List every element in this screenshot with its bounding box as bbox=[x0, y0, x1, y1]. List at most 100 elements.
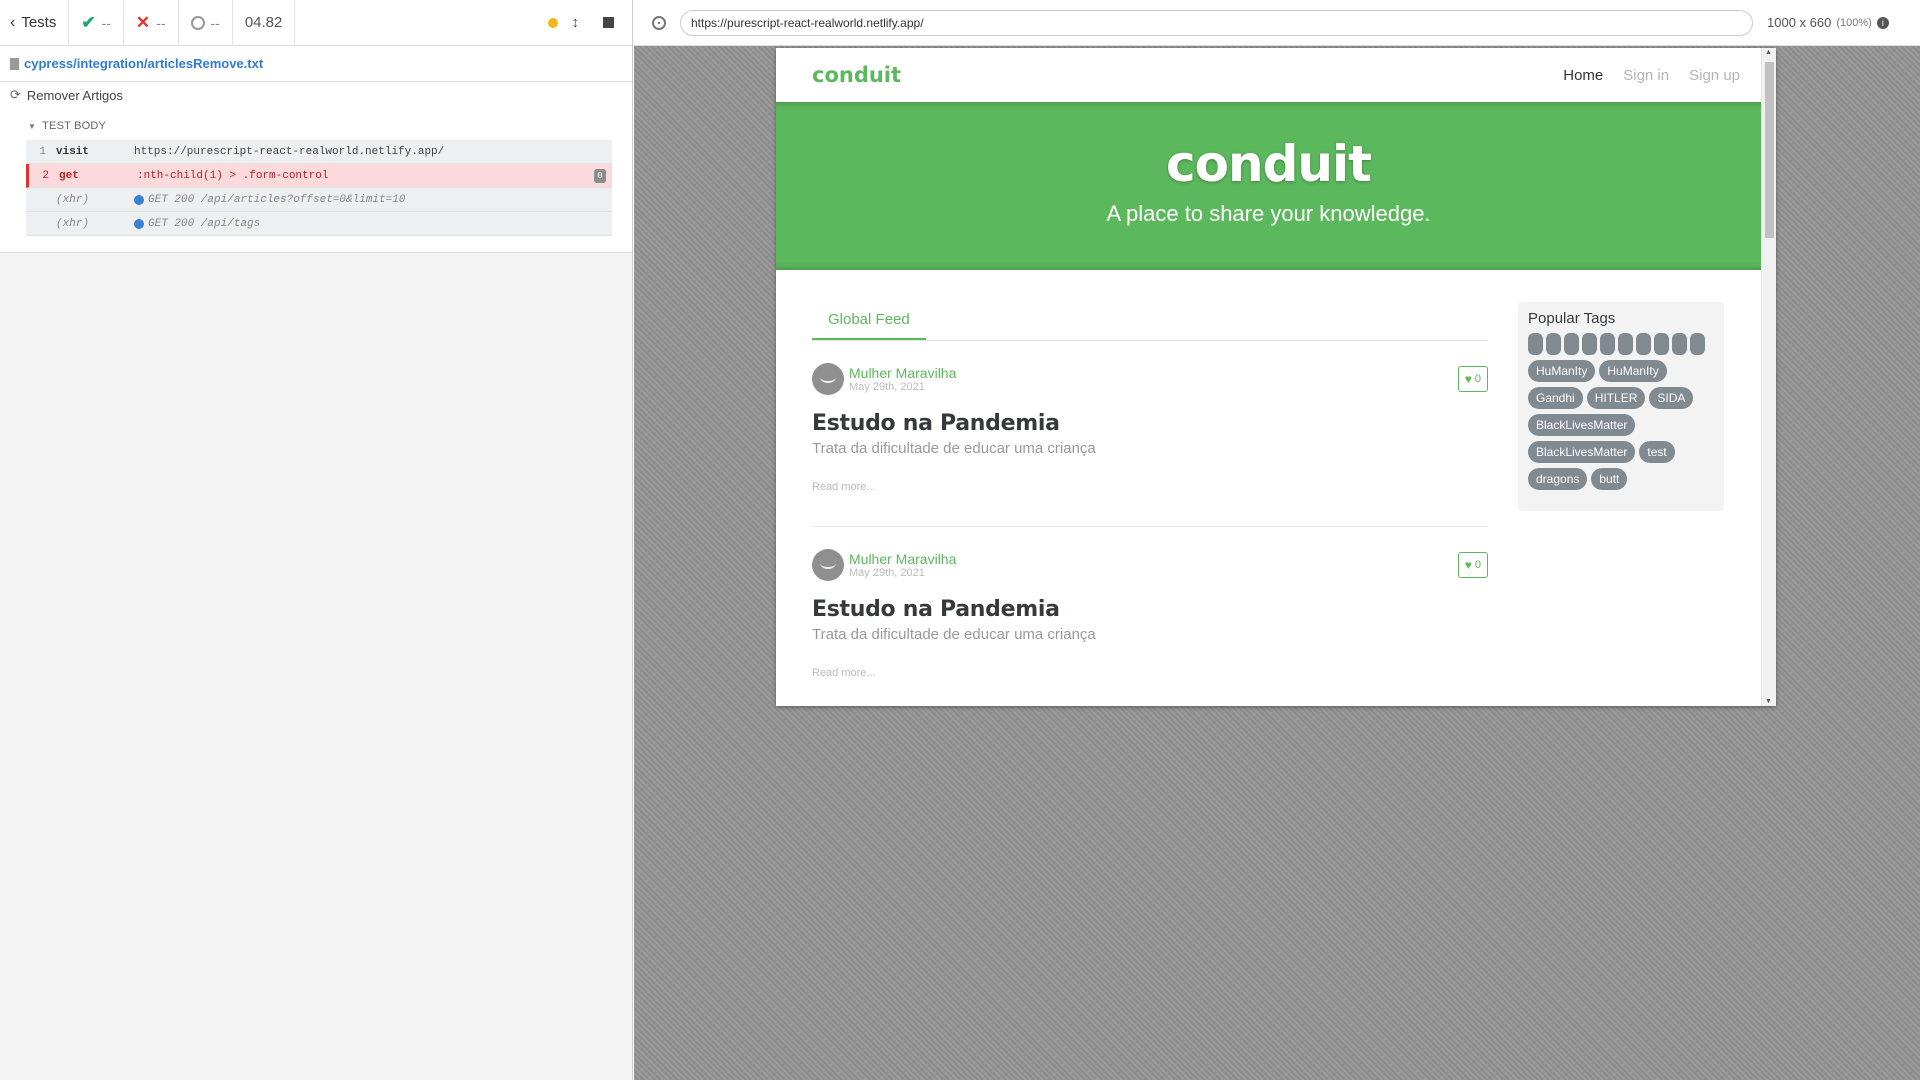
reporter-header: ‹ Tests ✔ -- ✕ -- -- 04.82 ↕ bbox=[0, 0, 632, 46]
check-icon: ✔ bbox=[81, 12, 96, 32]
xhr-status-dot-icon bbox=[134, 218, 144, 229]
empty-tag-pill[interactable] bbox=[1654, 333, 1669, 355]
tag-pill[interactable]: HuManIty bbox=[1528, 360, 1596, 382]
article-description: Trata da dificultade de educar uma crian… bbox=[812, 440, 1096, 457]
read-more-link[interactable]: Read more... bbox=[812, 481, 1488, 493]
selector-playground-icon[interactable] bbox=[652, 15, 666, 30]
spec-path-bar: cypress/integration/articlesRemove.txt bbox=[0, 46, 632, 82]
viewport-scale: (100%) bbox=[1836, 16, 1872, 29]
chevron-left-icon: ‹ bbox=[10, 13, 16, 31]
nav-home[interactable]: Home bbox=[1563, 67, 1603, 84]
iframe-scrollbar[interactable]: ▲ ▼ bbox=[1761, 48, 1776, 706]
command-number: 2 bbox=[42, 169, 49, 182]
tab-global-feed[interactable]: Global Feed bbox=[812, 311, 926, 340]
caret-down-icon: ▼ bbox=[28, 121, 37, 131]
command-row[interactable]: 1 visit https://purescript-react-realwor… bbox=[26, 140, 612, 164]
tag-pill[interactable]: BlackLivesMatter bbox=[1528, 414, 1636, 436]
command-row-xhr[interactable]: (xhr) GET 200 /api/articles?offset=0&lim… bbox=[26, 188, 612, 212]
pending-stat: -- bbox=[179, 0, 233, 46]
avatar[interactable] bbox=[812, 363, 844, 395]
banner-title: conduit bbox=[1165, 135, 1372, 193]
cypress-reporter: ‹ Tests ✔ -- ✕ -- -- 04.82 ↕ cypress/int… bbox=[0, 0, 633, 1080]
stop-button[interactable] bbox=[603, 17, 614, 28]
hero-banner: conduit A place to share your knowledge. bbox=[776, 102, 1761, 270]
app-navbar: conduit Home Sign in Sign up bbox=[776, 48, 1776, 102]
favorite-button[interactable]: ♥ 0 bbox=[1457, 366, 1488, 392]
empty-tag-pill[interactable] bbox=[1546, 333, 1561, 355]
empty-tag-pill[interactable] bbox=[1636, 333, 1651, 355]
failed-stat: ✕ -- bbox=[124, 0, 179, 46]
tag-pill[interactable]: dragons bbox=[1528, 468, 1588, 490]
command-message-text: https://purescript-react-realworld.netli… bbox=[134, 145, 445, 158]
article-feed: Global Feed Mulher Maravilha May 29th, 2… bbox=[812, 302, 1488, 706]
command-message: :nth-child(1) > .form-control bbox=[137, 170, 612, 182]
nav-sign-up[interactable]: Sign up bbox=[1689, 67, 1740, 84]
duration-stat: 04.82 bbox=[233, 0, 296, 46]
passed-count: -- bbox=[101, 14, 111, 31]
command-message: GET 200 /api/articles?offset=0&limit=10 bbox=[134, 194, 612, 206]
command-log: 1 visit https://purescript-react-realwor… bbox=[26, 140, 612, 236]
article-description: Trata da dificultade de educar uma crian… bbox=[812, 626, 1096, 643]
viewport-info: 1000 x 660 (100%) i bbox=[1767, 15, 1889, 30]
tag-pill[interactable]: butt bbox=[1591, 468, 1628, 490]
tag-pill[interactable]: SIDA bbox=[1649, 387, 1694, 409]
author-block: Mulher Maravilha May 29th, 2021 bbox=[849, 365, 956, 393]
heart-icon: ♥ bbox=[1464, 372, 1472, 386]
viewport-size: 1000 x 660 bbox=[1767, 15, 1832, 30]
article-title[interactable]: Estudo na Pandemia bbox=[812, 411, 1488, 436]
favorite-count: 0 bbox=[1474, 559, 1481, 571]
app-iframe: conduit Home Sign in Sign up conduit A p… bbox=[776, 48, 1776, 706]
tag-pill[interactable]: BlackLivesMatter bbox=[1528, 441, 1636, 463]
spec-path-link[interactable]: cypress/integration/articlesRemove.txt bbox=[24, 56, 263, 71]
avatar[interactable] bbox=[812, 549, 844, 581]
scroll-up-icon[interactable]: ▲ bbox=[1765, 49, 1772, 56]
refresh-icon: ⟳ bbox=[10, 87, 21, 102]
favorite-count: 0 bbox=[1474, 373, 1481, 385]
empty-tag-pill[interactable] bbox=[1672, 333, 1687, 355]
empty-tag-pill[interactable] bbox=[1618, 333, 1633, 355]
nav-links: Home Sign in Sign up bbox=[1563, 67, 1740, 84]
empty-tag-pill[interactable] bbox=[1600, 333, 1615, 355]
command-message-text: GET 200 /api/articles?offset=0&limit=10 bbox=[148, 193, 406, 206]
article-date: May 29th, 2021 bbox=[849, 567, 925, 579]
x-icon: ✕ bbox=[135, 12, 151, 32]
empty-tag-row bbox=[1528, 333, 1714, 355]
scrollbar-thumb[interactable] bbox=[1765, 62, 1774, 238]
tag-pill[interactable]: test bbox=[1639, 441, 1675, 463]
tag-pill[interactable]: HITLER bbox=[1586, 387, 1646, 409]
tag-pill[interactable]: Gandhi bbox=[1528, 387, 1583, 409]
command-name: (xhr) bbox=[56, 217, 90, 230]
brand-logo[interactable]: conduit bbox=[812, 63, 901, 87]
suite-title-row[interactable]: ⟳ Remover Artigos bbox=[0, 82, 632, 108]
pending-count: -- bbox=[210, 14, 220, 31]
favorite-button[interactable]: ♥ 0 bbox=[1457, 552, 1488, 578]
command-row-failed[interactable]: 2 get :nth-child(1) > .form-control 0 bbox=[26, 164, 612, 188]
article-title[interactable]: Estudo na Pandemia bbox=[812, 597, 1488, 622]
info-icon[interactable]: i bbox=[1876, 16, 1889, 29]
test-body-header[interactable]: ▼ TEST BODY bbox=[28, 116, 632, 136]
popular-tags-title: Popular Tags bbox=[1528, 310, 1616, 327]
auto-scroll-toggle-icon[interactable]: ↕ bbox=[572, 14, 580, 31]
command-row-xhr[interactable]: (xhr) GET 200 /api/tags bbox=[26, 212, 612, 236]
banner-subtitle: A place to share your knowledge. bbox=[1106, 201, 1431, 226]
article-meta: Mulher Maravilha May 29th, 2021 ♥ 0 bbox=[812, 363, 1488, 395]
empty-tag-pill[interactable] bbox=[1582, 333, 1597, 355]
empty-tag-pill[interactable] bbox=[1564, 333, 1579, 355]
tag-pill[interactable]: HuManIty bbox=[1599, 360, 1667, 382]
aut-header: https://purescript-react-realworld.netli… bbox=[634, 0, 1920, 46]
nav-sign-in[interactable]: Sign in bbox=[1623, 67, 1669, 84]
url-bar[interactable]: https://purescript-react-realworld.netli… bbox=[680, 9, 1753, 36]
xhr-status-dot-icon bbox=[134, 194, 144, 205]
popular-tags-sidebar: Popular Tags HuManIty HuManIty Gandhi HI… bbox=[1518, 302, 1724, 511]
empty-tag-pill[interactable] bbox=[1528, 333, 1543, 355]
url-text: https://purescript-react-realworld.netli… bbox=[691, 15, 924, 30]
author-link[interactable]: Mulher Maravilha bbox=[849, 365, 956, 381]
tests-label: Tests bbox=[21, 14, 57, 31]
empty-tag-pill[interactable] bbox=[1690, 333, 1705, 355]
author-link[interactable]: Mulher Maravilha bbox=[849, 551, 956, 567]
scroll-down-icon[interactable]: ▼ bbox=[1765, 698, 1772, 705]
tests-button[interactable]: ‹ Tests bbox=[0, 0, 70, 46]
read-more-link[interactable]: Read more... bbox=[812, 667, 1488, 679]
suite-title: Remover Artigos bbox=[26, 87, 123, 103]
test-runnable: ⟳ Remover Artigos ▼ TEST BODY 1 visit ht… bbox=[0, 82, 632, 253]
